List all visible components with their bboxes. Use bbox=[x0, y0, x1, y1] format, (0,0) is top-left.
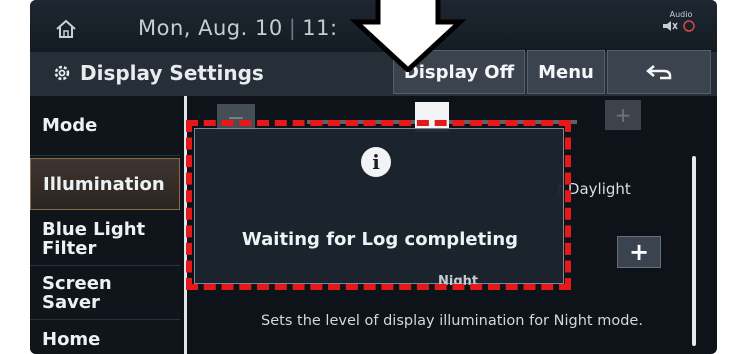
daylight-plus-button[interactable]: + bbox=[605, 100, 641, 130]
sidebar-item-home[interactable]: Home bbox=[30, 322, 180, 354]
highlight-annotation-box bbox=[186, 120, 571, 290]
page-title: Display Settings bbox=[52, 61, 264, 85]
back-arrow-icon bbox=[646, 65, 672, 80]
gear-icon bbox=[54, 65, 70, 81]
sidebar-item-illumination[interactable]: Illumination bbox=[30, 158, 180, 210]
date-time: Mon, Aug. 10 | 11: bbox=[138, 16, 338, 40]
sidebar-item-screen-saver[interactable]: Screen Saver bbox=[30, 266, 180, 320]
home-icon bbox=[56, 19, 76, 38]
scrollbar[interactable] bbox=[692, 156, 696, 346]
page-title-text: Display Settings bbox=[80, 61, 264, 85]
sidebar-item-label: Screen Saver bbox=[42, 272, 112, 313]
time-text: 11: bbox=[302, 16, 338, 40]
audio-indicator: Audio bbox=[661, 10, 701, 35]
night-plus-button[interactable]: + bbox=[617, 236, 661, 268]
menu-button[interactable]: Menu bbox=[527, 50, 605, 94]
audio-muted-icon bbox=[663, 20, 695, 32]
night-description: Sets the level of display illumination f… bbox=[261, 313, 643, 329]
sidebar-item-label: Mode bbox=[42, 115, 98, 136]
date-text: Mon, Aug. 10 bbox=[138, 16, 283, 40]
sidebar-item-mode[interactable]: Mode bbox=[30, 96, 180, 156]
sidebar: Mode Illumination Blue Light Filter Scre… bbox=[30, 96, 180, 354]
back-button[interactable] bbox=[607, 50, 711, 94]
audio-label: Audio bbox=[669, 10, 693, 19]
home-button[interactable] bbox=[42, 12, 90, 46]
sidebar-item-blue-light-filter[interactable]: Blue Light Filter bbox=[30, 212, 180, 266]
sidebar-item-label: Illumination bbox=[43, 173, 165, 195]
sidebar-item-label: Home bbox=[42, 329, 101, 350]
sidebar-item-label: Blue Light Filter bbox=[42, 218, 146, 259]
down-arrow-annotation-icon bbox=[350, 0, 467, 72]
